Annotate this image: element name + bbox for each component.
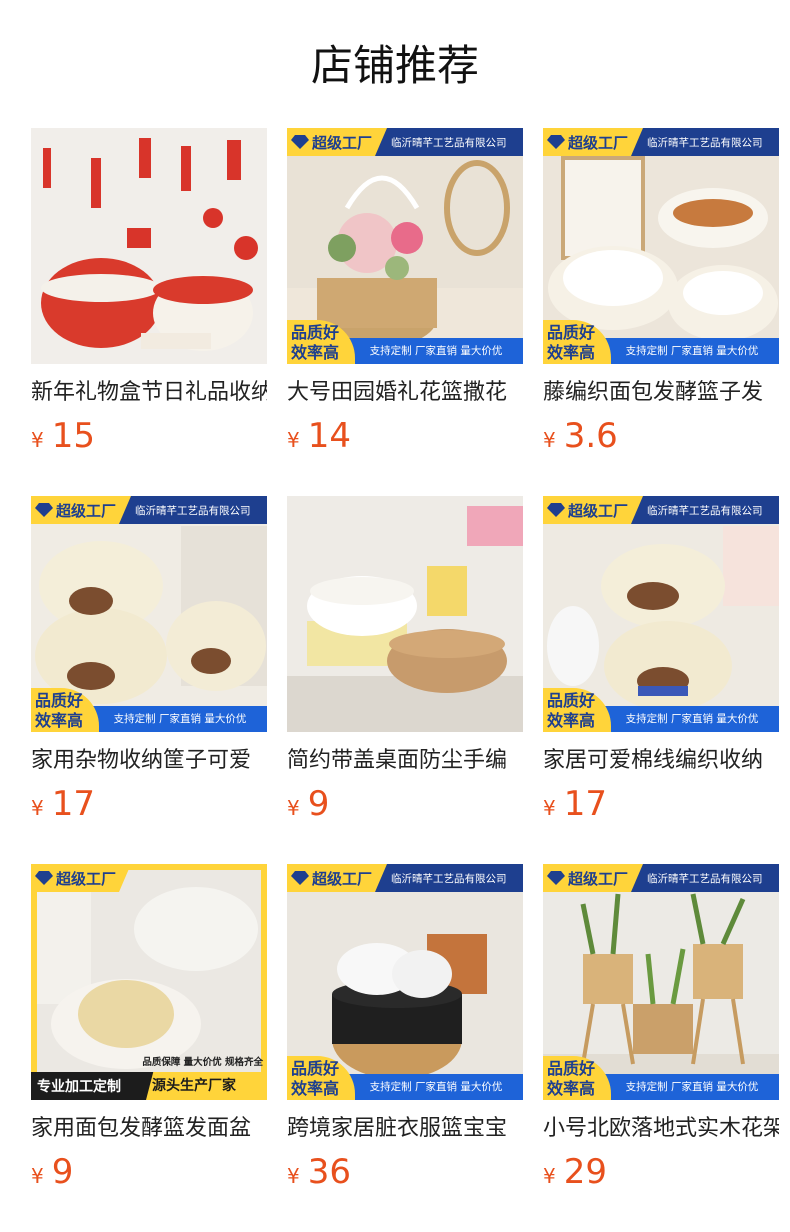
product-price: ¥17 [31, 784, 267, 824]
super-factory-banner: 超级工厂 临沂晴芊工艺品有限公司 [543, 864, 779, 892]
price-amount: 17 [563, 784, 607, 824]
product-photo [287, 496, 523, 732]
product-name[interactable]: 藤编织面包发酵篮子发 [543, 378, 779, 408]
product-card[interactable]: 超级工厂 品质保障 量大价优 规格齐全 专业加工定制 源头生产厂家 家用面包发酵… [31, 864, 267, 1200]
currency-symbol: ¥ [31, 1164, 44, 1188]
product-card[interactable]: 超级工厂 临沂晴芊工艺品有限公司 支持定制 厂家直销 量大价优 品质好 效率高 小… [543, 864, 779, 1200]
product-name[interactable]: 家用面包发酵篮发面盆 [31, 1114, 267, 1144]
diamond-icon [35, 871, 53, 885]
product-image[interactable] [287, 496, 523, 732]
product-card[interactable]: 超级工厂 临沂晴芊工艺品有限公司 支持定制 厂家直销 量大价优 品质好 效率高 家… [31, 496, 267, 832]
product-name[interactable]: 新年礼物盒节日礼品收纳 [31, 378, 267, 408]
product-card[interactable]: 超级工厂 临沂晴芊工艺品有限公司 支持定制 厂家直销 量大价优 品质好 效率高 藤… [543, 128, 779, 464]
quality-banner: 支持定制 厂家直销 量大价优 品质好 效率高 [287, 320, 523, 364]
price-amount: 29 [563, 1152, 607, 1192]
diamond-icon [547, 871, 565, 885]
currency-symbol: ¥ [287, 796, 300, 820]
guarantee-text: 品质保障 量大价优 规格齐全 [142, 1057, 263, 1068]
diamond-icon [291, 871, 309, 885]
product-card[interactable]: 简约带盖桌面防尘手编 ¥9 [287, 496, 523, 832]
custom-banner: 专业加工定制 源头生产厂家 [31, 1072, 267, 1100]
diamond-icon [291, 135, 309, 149]
product-grid: 新年礼物盒节日礼品收纳 ¥15 超级工厂 临沂晴芊工艺品有限公司 支持定制 厂家… [31, 128, 779, 1200]
super-factory-banner: 超级工厂 临沂晴芊工艺品有限公司 [543, 496, 779, 524]
quality-banner: 支持定制 厂家直销 量大价优 品质好 效率高 [543, 688, 779, 732]
product-image[interactable]: 超级工厂 临沂晴芊工艺品有限公司 支持定制 厂家直销 量大价优 品质好 效率高 [31, 496, 267, 732]
quality-banner: 支持定制 厂家直销 量大价优 品质好 效率高 [543, 1056, 779, 1100]
product-name[interactable]: 家居可爱棉线编织收纳 [543, 746, 779, 776]
quality-banner: 支持定制 厂家直销 量大价优 品质好 效率高 [31, 688, 267, 732]
product-image[interactable]: 超级工厂 临沂晴芊工艺品有限公司 支持定制 厂家直销 量大价优 品质好 效率高 [543, 496, 779, 732]
product-image[interactable]: 超级工厂 临沂晴芊工艺品有限公司 支持定制 厂家直销 量大价优 品质好 效率高 [287, 864, 523, 1100]
product-name[interactable]: 跨境家居脏衣服篮宝宝 [287, 1114, 523, 1144]
product-name[interactable]: 大号田园婚礼花篮撒花 [287, 378, 523, 408]
product-image[interactable] [31, 128, 267, 364]
super-factory-banner: 超级工厂 临沂晴芊工艺品有限公司 [287, 128, 523, 156]
product-image[interactable]: 超级工厂 临沂晴芊工艺品有限公司 支持定制 厂家直销 量大价优 品质好 效率高 [543, 128, 779, 364]
price-amount: 15 [51, 416, 95, 456]
product-price: ¥14 [287, 416, 523, 456]
product-price: ¥29 [543, 1152, 779, 1192]
currency-symbol: ¥ [543, 1164, 556, 1188]
diamond-icon [547, 503, 565, 517]
price-amount: 9 [307, 784, 330, 824]
currency-symbol: ¥ [543, 428, 556, 452]
product-card[interactable]: 新年礼物盒节日礼品收纳 ¥15 [31, 128, 267, 464]
product-name[interactable]: 家用杂物收纳筐子可爱 [31, 746, 267, 776]
quality-banner: 支持定制 厂家直销 量大价优 品质好 效率高 [287, 1056, 523, 1100]
currency-symbol: ¥ [543, 796, 556, 820]
price-amount: 3.6 [563, 416, 618, 456]
currency-symbol: ¥ [287, 1164, 300, 1188]
super-factory-banner: 超级工厂 临沂晴芊工艺品有限公司 [287, 864, 523, 892]
product-photo [31, 128, 267, 364]
product-image[interactable]: 超级工厂 临沂晴芊工艺品有限公司 支持定制 厂家直销 量大价优 品质好 效率高 [543, 864, 779, 1100]
product-price: ¥9 [287, 784, 523, 824]
price-amount: 9 [51, 1152, 74, 1192]
product-image[interactable]: 超级工厂 临沂晴芊工艺品有限公司 支持定制 厂家直销 量大价优 品质好 效率高 [287, 128, 523, 364]
super-factory-banner: 超级工厂 临沂晴芊工艺品有限公司 [31, 496, 267, 524]
price-amount: 17 [51, 784, 95, 824]
product-price: ¥15 [31, 416, 267, 456]
product-card[interactable]: 超级工厂 临沂晴芊工艺品有限公司 支持定制 厂家直销 量大价优 品质好 效率高 家… [543, 496, 779, 832]
product-card[interactable]: 超级工厂 临沂晴芊工艺品有限公司 支持定制 厂家直销 量大价优 品质好 效率高 跨… [287, 864, 523, 1200]
super-factory-banner: 超级工厂 临沂晴芊工艺品有限公司 [543, 128, 779, 156]
product-price: ¥3.6 [543, 416, 779, 456]
quality-banner: 支持定制 厂家直销 量大价优 品质好 效率高 [543, 320, 779, 364]
price-amount: 36 [307, 1152, 351, 1192]
product-image[interactable]: 超级工厂 品质保障 量大价优 规格齐全 专业加工定制 源头生产厂家 [31, 864, 267, 1100]
currency-symbol: ¥ [287, 428, 300, 452]
product-name[interactable]: 简约带盖桌面防尘手编 [287, 746, 523, 776]
currency-symbol: ¥ [31, 428, 44, 452]
diamond-icon [547, 135, 565, 149]
product-price: ¥36 [287, 1152, 523, 1192]
product-card[interactable]: 超级工厂 临沂晴芊工艺品有限公司 支持定制 厂家直销 量大价优 品质好 效率高 大… [287, 128, 523, 464]
diamond-icon [35, 503, 53, 517]
price-amount: 14 [307, 416, 351, 456]
currency-symbol: ¥ [31, 796, 44, 820]
product-price: ¥17 [543, 784, 779, 824]
product-price: ¥9 [31, 1152, 267, 1192]
super-factory-banner: 超级工厂 [31, 864, 267, 892]
product-name[interactable]: 小号北欧落地式实木花架 [543, 1114, 779, 1144]
page-title: 店铺推荐 [310, 41, 479, 90]
